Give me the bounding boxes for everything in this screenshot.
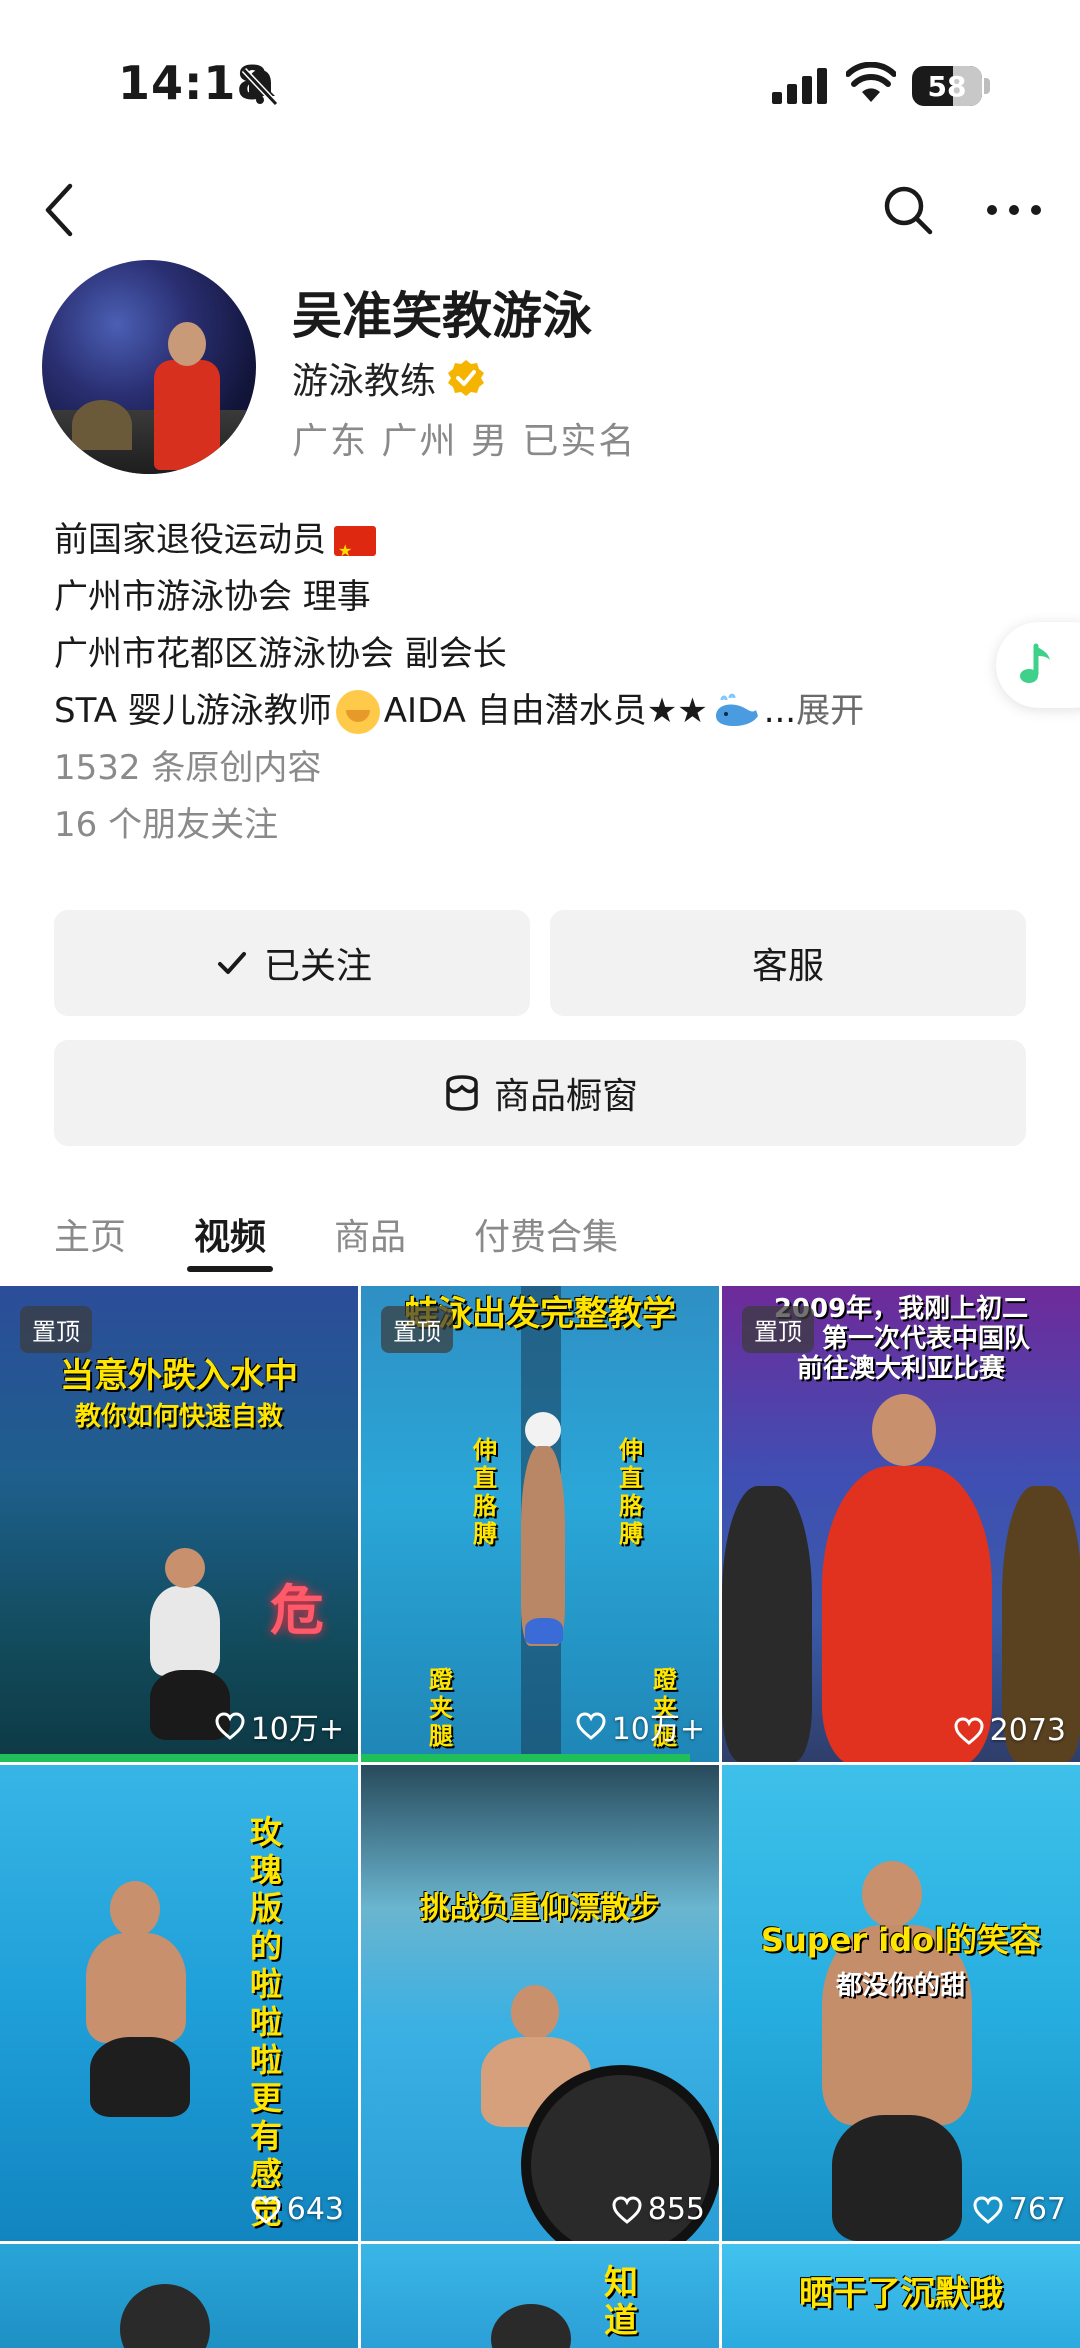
profile-name: 吴准笑教游泳	[292, 287, 592, 345]
baby-emoji-icon	[335, 689, 380, 734]
more-dots-icon[interactable]	[984, 196, 1044, 224]
tab-home[interactable]: 主页	[54, 1208, 126, 1278]
china-flag-icon	[334, 522, 376, 579]
bio-line: 广州市花都区游泳协会 副会长	[54, 634, 507, 674]
video-side-caption: 伸直胳膊	[619, 1436, 643, 1548]
heart-icon	[954, 1716, 984, 1745]
customer-service-label: 客服	[751, 946, 824, 987]
video-side-caption: 伸直胳膊	[473, 1436, 497, 1548]
video-tile[interactable]: Super idol的笑容 都没你的甜 767	[722, 1765, 1080, 2241]
video-tile[interactable]: 知道	[361, 2244, 719, 2348]
tab-products[interactable]: 商品	[334, 1208, 406, 1278]
friends-following-count[interactable]: 16 个朋友关注	[54, 797, 1034, 854]
status-bar: 14:18 58	[0, 0, 1080, 140]
checkmark-icon	[217, 952, 246, 974]
watch-progress-bar	[361, 1754, 691, 1762]
like-count: 10万+	[576, 1704, 705, 1748]
profile-meta: 广东 广州 男 已实名	[292, 421, 637, 462]
expand-bio-button[interactable]: 展开	[796, 683, 864, 740]
video-subcaption: 教你如何快速自救	[74, 1402, 283, 1432]
battery-level: 58	[927, 70, 967, 103]
signal-icon	[772, 68, 827, 104]
bio-line: STA 婴儿游泳教师 AIDA 自由潜水员★★ ... 展开	[54, 683, 1034, 740]
video-caption: 前往澳大利亚比赛	[796, 1354, 1005, 1384]
bell-muted-icon	[241, 67, 279, 106]
video-side-caption: 蹬夹腿	[429, 1666, 453, 1750]
video-caption: 晒干了沉默哦	[799, 2274, 1003, 2314]
like-count: 10万+	[215, 1704, 344, 1748]
heart-icon	[973, 2195, 1003, 2224]
pinned-badge: 置顶	[20, 1306, 92, 1353]
followed-button-label: 已关注	[263, 946, 372, 987]
like-count: 767	[973, 2192, 1066, 2227]
video-subcaption: 都没你的甜	[835, 1971, 966, 2001]
original-content-count: 1532 条原创内容	[54, 748, 322, 788]
music-note-icon	[1020, 643, 1050, 683]
music-button[interactable]	[996, 622, 1080, 708]
whale-emoji-icon	[715, 693, 758, 726]
tab-paid-collections[interactable]: 付费合集	[474, 1208, 618, 1278]
profile-title: 游泳教练	[292, 361, 437, 402]
pinned-badge: 置顶	[381, 1306, 453, 1353]
video-tile[interactable]: 晒干了沉默哦	[722, 2244, 1080, 2348]
video-tile[interactable]: 蛙泳出发完整教学 伸直胳膊 伸直胳膊 蹬夹腿 蹬夹腿 置顶 10万+	[361, 1286, 719, 1762]
video-tile[interactable]: 挑战负重仰漂散步 855	[361, 1765, 719, 2241]
video-caption: 玫瑰版的啦啦啦更有感觉	[249, 1813, 282, 2231]
customer-service-button[interactable]: 客服	[550, 910, 1026, 1016]
bio-line: 前国家退役运动员	[54, 512, 1034, 579]
search-icon[interactable]	[882, 184, 934, 236]
heart-icon	[576, 1712, 606, 1740]
profile-tabs: 主页 视频 商品 付费合集	[54, 1208, 618, 1278]
watch-progress-bar	[0, 1754, 358, 1762]
followed-button[interactable]: 已关注	[54, 910, 530, 1016]
battery-cap	[984, 78, 990, 94]
battery-icon: 58	[912, 66, 982, 106]
video-tile[interactable]: 玫瑰版的啦啦啦更有感觉 643	[0, 1765, 358, 2241]
video-caption: Super idol的笑容	[760, 1921, 1042, 1959]
active-tab-indicator	[187, 1266, 273, 1272]
like-count: 2073	[954, 1713, 1066, 1748]
bio-line: 广州市游泳协会 理事	[54, 577, 371, 617]
video-tile[interactable]	[0, 2244, 358, 2348]
pinned-badge: 置顶	[742, 1306, 814, 1353]
verified-badge-icon	[448, 360, 485, 396]
heart-icon	[612, 2195, 642, 2224]
avatar[interactable]	[42, 260, 256, 474]
heart-icon	[215, 1712, 245, 1740]
video-caption: 当意外跌入水中	[60, 1356, 298, 1396]
profile-title-row: 游泳教练	[292, 352, 486, 404]
video-tile[interactable]: 当意外跌入水中 教你如何快速自救 危 置顶 10万+	[0, 1286, 358, 1762]
storefront-icon	[446, 1075, 478, 1111]
video-tile[interactable]: 2009年，我刚上初二 第一次代表中国队 前往澳大利亚比赛 置顶 2073	[722, 1286, 1080, 1762]
danger-mark: 危	[270, 1579, 324, 1642]
bio: 前国家退役运动员 广州市游泳协会 理事 广州市花都区游泳协会 副会长 STA 婴…	[54, 512, 1034, 854]
video-caption: 挑战负重仰漂散步	[420, 1891, 660, 1926]
video-caption: 知道	[604, 2263, 638, 2341]
product-showcase-button[interactable]: 商品橱窗	[54, 1040, 1026, 1146]
heart-icon	[251, 2195, 281, 2224]
like-count: 643	[251, 2192, 344, 2227]
back-icon[interactable]	[36, 180, 84, 240]
like-count: 855	[612, 2192, 705, 2227]
wifi-icon	[846, 62, 896, 102]
product-showcase-label: 商品橱窗	[493, 1076, 638, 1117]
